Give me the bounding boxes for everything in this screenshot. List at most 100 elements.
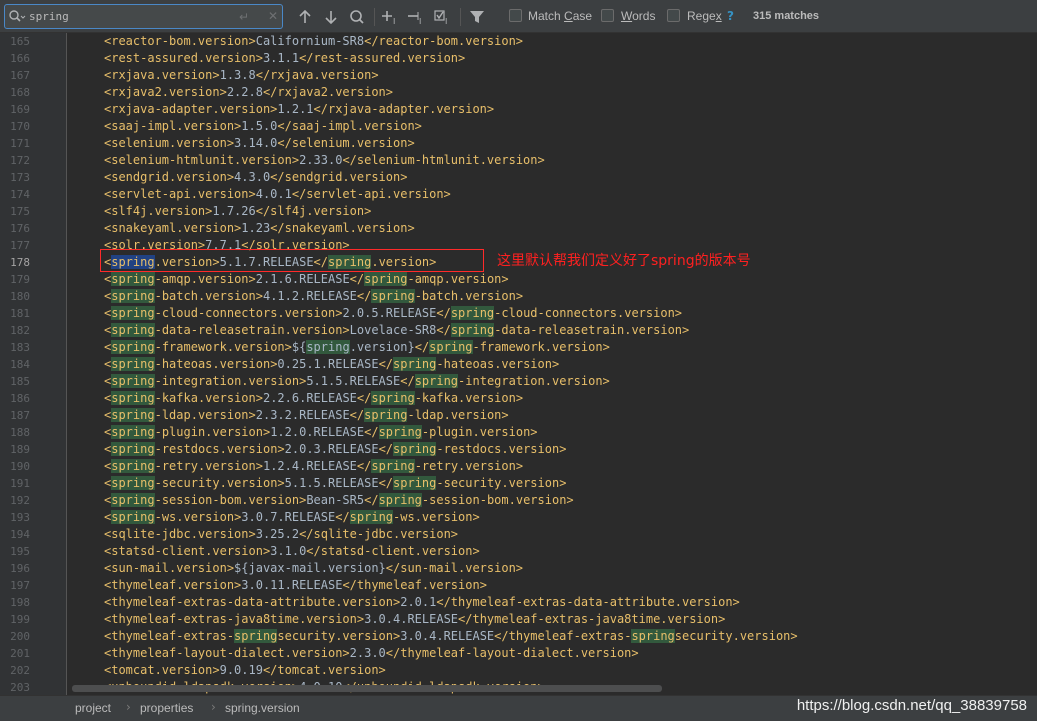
regex-label[interactable]: Regex [687, 9, 722, 24]
code-text[interactable]: <statsd-client.version>3.1.0</statsd-cli… [104, 543, 480, 560]
code-line[interactable]: 165 <reactor-bom.version>Californium-SR8<… [0, 33, 1037, 50]
regex-help-link[interactable]: ? [727, 9, 734, 24]
code-line[interactable]: 180 <spring-batch.version>4.1.2.RELEASE</… [0, 288, 1037, 305]
code-line[interactable]: 196 <sun-mail.version>${javax-mail.versio… [0, 560, 1037, 577]
match-case-checkbox[interactable] [509, 9, 522, 22]
code-line[interactable]: 185 <spring-integration.version>5.1.5.REL… [0, 373, 1037, 390]
search-box[interactable]: ↵ ✕ [4, 4, 283, 29]
code-line[interactable]: 184 <spring-hateoas.version>0.25.1.RELEAS… [0, 356, 1037, 373]
code-text[interactable]: <spring-plugin.version>1.2.0.RELEASE</sp… [104, 424, 538, 441]
code-text[interactable]: <thymeleaf-extras-java8time.version>3.0.… [104, 611, 725, 628]
find-in-path-icon[interactable] [348, 8, 366, 26]
code-text[interactable]: <selenium.version>3.14.0</selenium.versi… [104, 135, 415, 152]
filter-icon[interactable] [468, 8, 486, 26]
code-text[interactable]: <spring-ws.version>3.0.7.RELEASE</spring… [104, 509, 480, 526]
previous-occurrence-icon[interactable] [296, 8, 314, 26]
code-text[interactable]: <rxjava.version>1.3.8</rxjava.version> [104, 67, 379, 84]
code-text[interactable]: <spring-session-bom.version>Bean-SR5</sp… [104, 492, 574, 509]
code-line[interactable]: 201 <thymeleaf-layout-dialect.version>2.3… [0, 645, 1037, 662]
code-line[interactable]: 192 <spring-session-bom.version>Bean-SR5<… [0, 492, 1037, 509]
code-line[interactable]: 173 <sendgrid.version>4.3.0</sendgrid.ver… [0, 169, 1037, 186]
code-text[interactable]: <snakeyaml.version>1.23</snakeyaml.versi… [104, 220, 415, 237]
code-line[interactable]: 188 <spring-plugin.version>1.2.0.RELEASE<… [0, 424, 1037, 441]
code-line[interactable]: 171 <selenium.version>3.14.0</selenium.ve… [0, 135, 1037, 152]
code-line[interactable]: 175 <slf4j.version>1.7.26</slf4j.version> [0, 203, 1037, 220]
code-line[interactable]: 166 <rest-assured.version>3.1.1</rest-ass… [0, 50, 1037, 67]
code-line[interactable]: 179 <spring-amqp.version>2.1.6.RELEASE</s… [0, 271, 1037, 288]
code-line[interactable]: 167 <rxjava.version>1.3.8</rxjava.version… [0, 67, 1037, 84]
code-line[interactable]: 169 <rxjava-adapter.version>1.2.1</rxjava… [0, 101, 1037, 118]
code-text[interactable]: <rest-assured.version>3.1.1</rest-assure… [104, 50, 465, 67]
code-text[interactable]: <reactor-bom.version>Californium-SR8</re… [104, 33, 523, 50]
code-text[interactable]: <sendgrid.version>4.3.0</sendgrid.versio… [104, 169, 407, 186]
code-line[interactable]: 190 <spring-retry.version>1.2.4.RELEASE</… [0, 458, 1037, 475]
words-checkbox[interactable] [601, 9, 614, 22]
code-text[interactable]: <tomcat.version>9.0.19</tomcat.version> [104, 662, 386, 679]
search-input[interactable] [29, 8, 229, 25]
add-occurrence-icon[interactable]: I [382, 8, 400, 26]
remove-occurrence-icon[interactable]: I [408, 8, 426, 26]
code-editor[interactable]: 165 <reactor-bom.version>Californium-SR8<… [0, 33, 1037, 695]
code-line[interactable]: 172 <selenium-htmlunit.version>2.33.0</se… [0, 152, 1037, 169]
code-line[interactable]: 197 <thymeleaf.version>3.0.11.RELEASE</th… [0, 577, 1037, 594]
code-text[interactable]: <saaj-impl.version>1.5.0</saaj-impl.vers… [104, 118, 422, 135]
code-text[interactable]: <solr.version>7.7.1</solr.version> [104, 237, 350, 254]
code-text[interactable]: <spring-integration.version>5.1.5.RELEAS… [104, 373, 610, 390]
code-text[interactable]: <spring-framework.version>${spring.versi… [104, 339, 610, 356]
breadcrumb-item-project[interactable]: project [75, 701, 111, 716]
clear-icon[interactable]: ✕ [268, 9, 278, 24]
code-text[interactable]: <spring-kafka.version>2.2.6.RELEASE</spr… [104, 390, 523, 407]
code-text[interactable]: <spring-data-releasetrain.version>Lovela… [104, 322, 689, 339]
horizontal-scrollbar[interactable] [72, 685, 662, 692]
code-line[interactable]: 181 <spring-cloud-connectors.version>2.0.… [0, 305, 1037, 322]
select-all-occurrences-icon[interactable]: I [434, 8, 452, 26]
line-number: 193 [10, 511, 30, 524]
words-label[interactable]: Words [621, 9, 655, 24]
code-text[interactable]: <spring-retry.version>1.2.4.RELEASE</spr… [104, 458, 523, 475]
code-line[interactable]: 189 <spring-restdocs.version>2.0.3.RELEAS… [0, 441, 1037, 458]
next-occurrence-icon[interactable] [322, 8, 340, 26]
code-line[interactable]: 170 <saaj-impl.version>1.5.0</saaj-impl.v… [0, 118, 1037, 135]
code-text[interactable]: <spring.version>5.1.7.RELEASE</spring.ve… [104, 254, 436, 271]
code-text[interactable]: <spring-restdocs.version>2.0.3.RELEASE</… [104, 441, 566, 458]
code-text[interactable]: <selenium-htmlunit.version>2.33.0</selen… [104, 152, 545, 169]
breadcrumb-item-spring-version[interactable]: spring.version [225, 701, 300, 716]
regex-checkbox[interactable] [667, 9, 680, 22]
code-text[interactable]: <spring-batch.version>4.1.2.RELEASE</spr… [104, 288, 523, 305]
code-line[interactable]: 191 <spring-security.version>5.1.5.RELEAS… [0, 475, 1037, 492]
code-text[interactable]: <spring-amqp.version>2.1.6.RELEASE</spri… [104, 271, 509, 288]
breadcrumb-item-properties[interactable]: properties [140, 701, 193, 716]
code-line[interactable]: 198 <thymeleaf-extras-data-attribute.vers… [0, 594, 1037, 611]
match-case-label[interactable]: Match Case [528, 9, 592, 24]
code-text[interactable]: <thymeleaf.version>3.0.11.RELEASE</thyme… [104, 577, 487, 594]
code-line[interactable]: 186 <spring-kafka.version>2.2.6.RELEASE</… [0, 390, 1037, 407]
code-text[interactable]: <spring-hateoas.version>0.25.1.RELEASE</… [104, 356, 559, 373]
code-line[interactable]: 199 <thymeleaf-extras-java8time.version>3… [0, 611, 1037, 628]
code-text[interactable]: <slf4j.version>1.7.26</slf4j.version> [104, 203, 371, 220]
code-text[interactable]: <spring-security.version>5.1.5.RELEASE</… [104, 475, 566, 492]
code-line[interactable]: 187 <spring-ldap.version>2.3.2.RELEASE</s… [0, 407, 1037, 424]
newline-icon[interactable]: ↵ [239, 10, 249, 24]
code-line[interactable]: 174 <servlet-api.version>4.0.1</servlet-a… [0, 186, 1037, 203]
code-text[interactable]: <thymeleaf-layout-dialect.version>2.3.0<… [104, 645, 639, 662]
code-line[interactable]: 195 <statsd-client.version>3.1.0</statsd-… [0, 543, 1037, 560]
code-line[interactable]: 183 <spring-framework.version>${spring.ve… [0, 339, 1037, 356]
toolbar-separator [460, 8, 461, 26]
code-line[interactable]: 176 <snakeyaml.version>1.23</snakeyaml.ve… [0, 220, 1037, 237]
search-icon[interactable] [8, 9, 26, 29]
code-text[interactable]: <thymeleaf-extras-springsecurity.version… [104, 628, 798, 645]
code-text[interactable]: <rxjava2.version>2.2.8</rxjava2.version> [104, 84, 393, 101]
code-line[interactable]: 194 <sqlite-jdbc.version>3.25.2</sqlite-j… [0, 526, 1037, 543]
code-text[interactable]: <servlet-api.version>4.0.1</servlet-api.… [104, 186, 451, 203]
code-text[interactable]: <spring-ldap.version>2.3.2.RELEASE</spri… [104, 407, 509, 424]
code-text[interactable]: <sqlite-jdbc.version>3.25.2</sqlite-jdbc… [104, 526, 458, 543]
code-text[interactable]: <sun-mail.version>${javax-mail.version}<… [104, 560, 523, 577]
code-line[interactable]: 200 <thymeleaf-extras-springsecurity.vers… [0, 628, 1037, 645]
code-line[interactable]: 168 <rxjava2.version>2.2.8</rxjava2.versi… [0, 84, 1037, 101]
code-text[interactable]: <thymeleaf-extras-data-attribute.version… [104, 594, 740, 611]
code-line[interactable]: 193 <spring-ws.version>3.0.7.RELEASE</spr… [0, 509, 1037, 526]
code-text[interactable]: <rxjava-adapter.version>1.2.1</rxjava-ad… [104, 101, 494, 118]
code-line[interactable]: 202 <tomcat.version>9.0.19</tomcat.versio… [0, 662, 1037, 679]
code-text[interactable]: <spring-cloud-connectors.version>2.0.5.R… [104, 305, 682, 322]
code-line[interactable]: 182 <spring-data-releasetrain.version>Lov… [0, 322, 1037, 339]
